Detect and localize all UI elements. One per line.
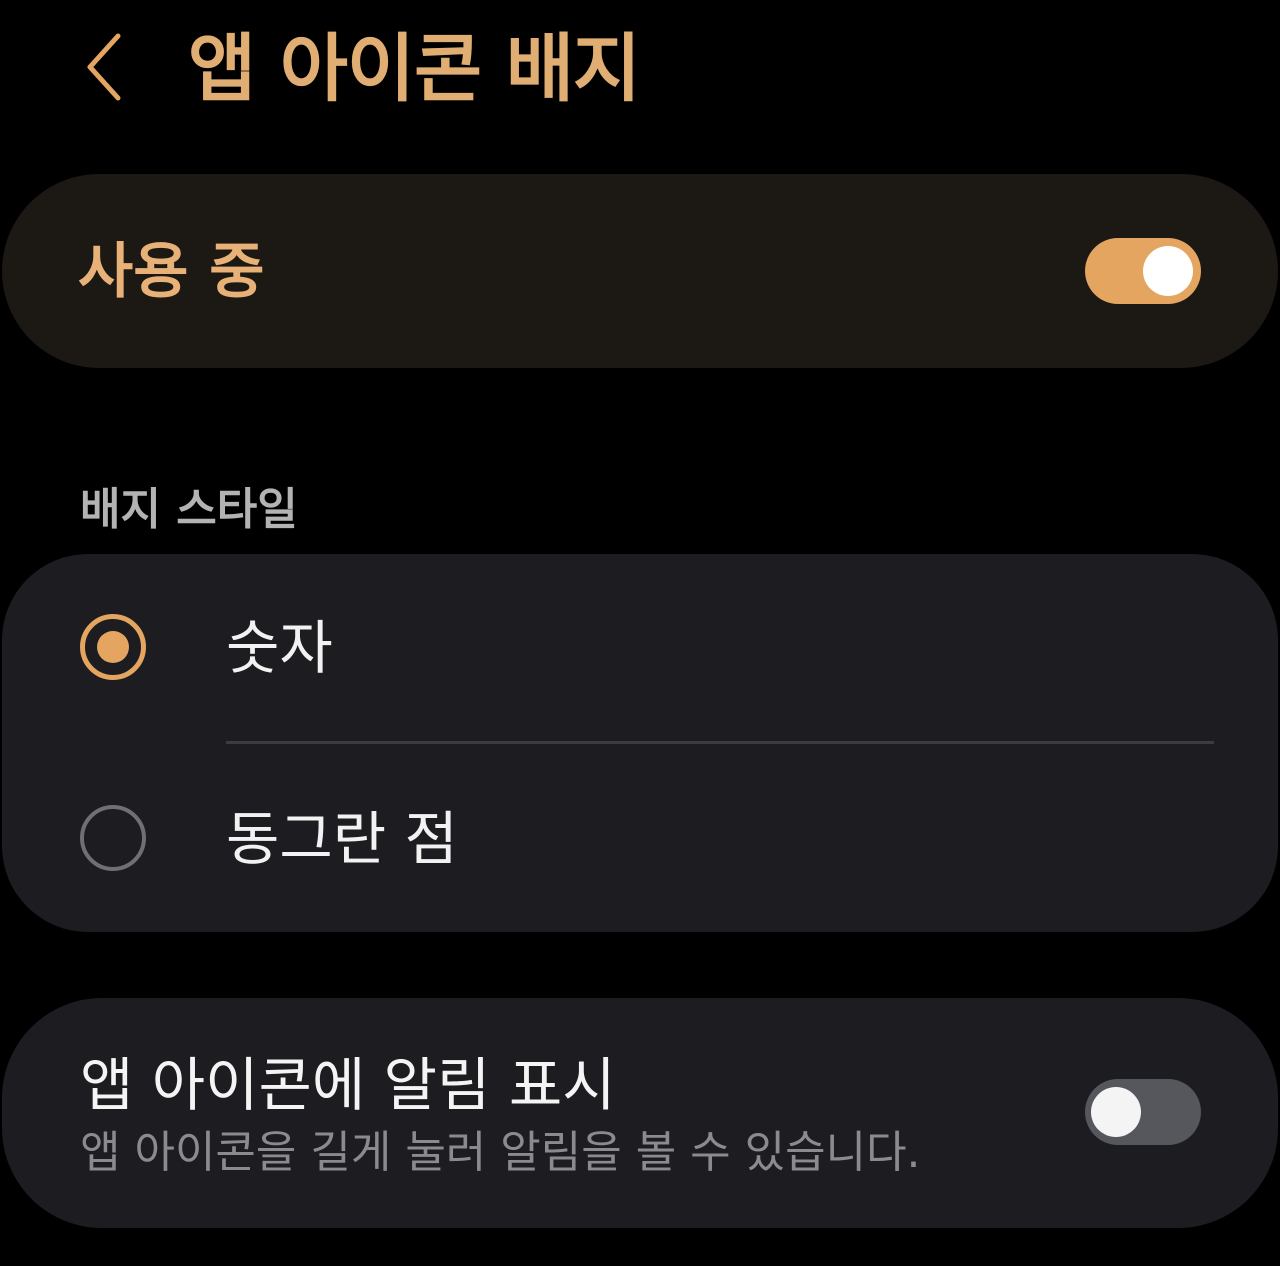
app-bar: 앱 아이콘 배지: [0, 0, 1280, 150]
back-button[interactable]: [70, 22, 140, 112]
show-notifications-toggle[interactable]: [1085, 1079, 1201, 1145]
radio-dot: [97, 631, 129, 663]
master-switch-toggle[interactable]: [1085, 238, 1201, 304]
divider: [226, 741, 1214, 744]
option-label-dot: 동그란 점: [226, 805, 458, 873]
badge-style-section-header: 배지 스타일: [80, 484, 298, 535]
radio-button-checked[interactable]: [80, 614, 146, 680]
toggle-knob: [1143, 246, 1193, 296]
chevron-left-icon: [87, 33, 121, 101]
radio-button-unchecked[interactable]: [80, 805, 146, 871]
show-notifications-description: 앱 아이콘을 길게 눌러 알림을 볼 수 있습니다.: [80, 1127, 921, 1178]
badge-style-option-dot[interactable]: 동그란 점: [2, 745, 1278, 930]
badge-style-option-number[interactable]: 숫자: [2, 554, 1278, 739]
option-label-number: 숫자: [226, 614, 333, 682]
master-switch-label: 사용 중: [78, 237, 265, 307]
page-title: 앱 아이콘 배지: [188, 26, 641, 112]
toggle-knob: [1091, 1087, 1141, 1137]
show-notifications-title: 앱 아이콘에 알림 표시: [80, 1051, 616, 1119]
